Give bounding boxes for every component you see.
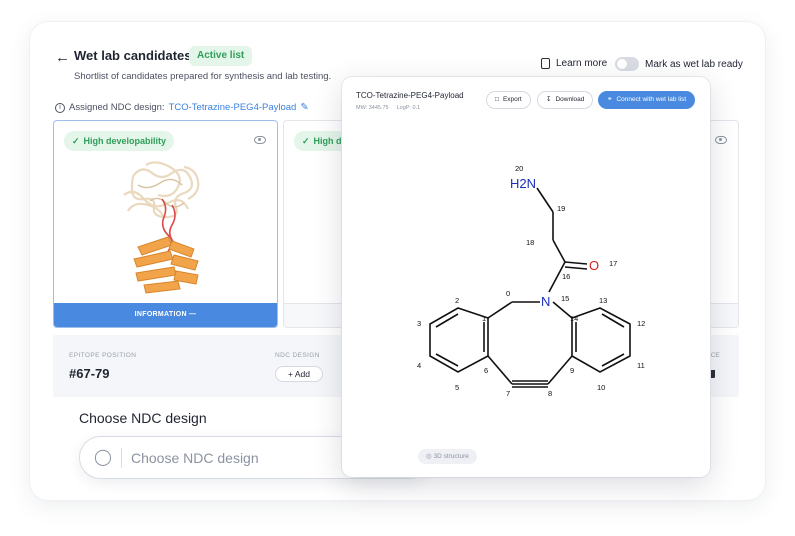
- atom-label: 9: [570, 366, 574, 375]
- atom-label: 4: [417, 361, 421, 370]
- assigned-ndc-link[interactable]: TCO-Tetrazine-PEG4-Payload: [169, 102, 297, 113]
- atom-label: 14: [570, 314, 578, 323]
- 3d-structure-button[interactable]: ◎ 3D structure: [418, 449, 477, 464]
- add-ndc-button[interactable]: + Add: [275, 366, 323, 382]
- page-title: Wet lab candidates: [74, 48, 192, 63]
- atom-label: 6: [484, 366, 488, 375]
- eye-icon[interactable]: [254, 136, 266, 144]
- assigned-label: Assigned NDC design:: [69, 102, 165, 113]
- check-icon: ✓: [302, 136, 310, 146]
- atom-label: 19: [557, 204, 565, 213]
- atom-label: 17: [609, 259, 617, 268]
- molecule-structure-diagram: H2N O N 0 1 2 3 4 5 6 7 8 9 11 12 13 14 …: [417, 164, 645, 398]
- developability-badge: ✓ High developability: [64, 131, 175, 151]
- page-subtitle: Shortlist of candidates prepared for syn…: [74, 71, 332, 82]
- information-button[interactable]: INFORMATION —: [54, 303, 277, 327]
- choose-ndc-title: Choose NDC design: [79, 410, 207, 426]
- atom-label: 8: [548, 389, 552, 398]
- tag-icon: ◯: [94, 448, 112, 466]
- oxygen-atom: O: [589, 258, 599, 273]
- atom-label: 20: [515, 164, 523, 173]
- divider: [121, 447, 122, 468]
- toggle-label: Mark as wet lab ready: [645, 58, 743, 70]
- wet-lab-ready-toggle[interactable]: [615, 57, 639, 71]
- atom-label: 10: [597, 383, 605, 392]
- book-icon: [541, 58, 550, 69]
- developability-label: High developability: [83, 136, 167, 146]
- cube-icon: ◎: [426, 453, 432, 460]
- assigned-ndc-row: i Assigned NDC design: TCO-Tetrazine-PEG…: [55, 102, 309, 113]
- learn-more-link[interactable]: Learn more: [541, 58, 607, 69]
- atom-label: 15: [561, 294, 569, 303]
- nitrogen-atom: N: [541, 294, 550, 309]
- edit-pencil-icon[interactable]: ✎: [300, 102, 308, 113]
- candidate-card-1[interactable]: ✓ High developability INFORMATION —: [53, 120, 278, 328]
- atom-label: 5: [455, 383, 459, 392]
- epitope-position-value: #67-79: [69, 366, 110, 381]
- epitope-position-label: EPITOPE POSITION: [69, 352, 137, 359]
- nh2-group: H2N: [510, 176, 536, 191]
- 3d-structure-label: 3D structure: [433, 453, 469, 460]
- atom-label: 3: [417, 319, 421, 328]
- protein-structure-image: [123, 161, 200, 294]
- active-list-badge: Active list: [189, 46, 253, 66]
- atom-label: 11: [637, 361, 645, 370]
- atom-label: 0: [506, 289, 510, 298]
- atom-label: 16: [562, 272, 570, 281]
- eye-icon[interactable]: [715, 136, 727, 144]
- back-arrow-icon[interactable]: ←: [55, 49, 70, 66]
- atom-label: 1: [482, 314, 486, 323]
- wet-lab-ready-toggle-group: Mark as wet lab ready: [615, 57, 743, 71]
- learn-more-label: Learn more: [556, 58, 608, 69]
- developability-label-2: High d: [313, 136, 342, 146]
- atom-label: 7: [506, 389, 510, 398]
- atom-label: 2: [455, 296, 459, 305]
- atom-label: 12: [637, 319, 645, 328]
- check-icon: ✓: [72, 136, 80, 146]
- ndc-design-label: NDC DESIGN: [275, 352, 320, 359]
- atom-label: 18: [526, 238, 534, 247]
- atom-label: 13: [599, 296, 607, 305]
- info-icon: i: [55, 102, 65, 113]
